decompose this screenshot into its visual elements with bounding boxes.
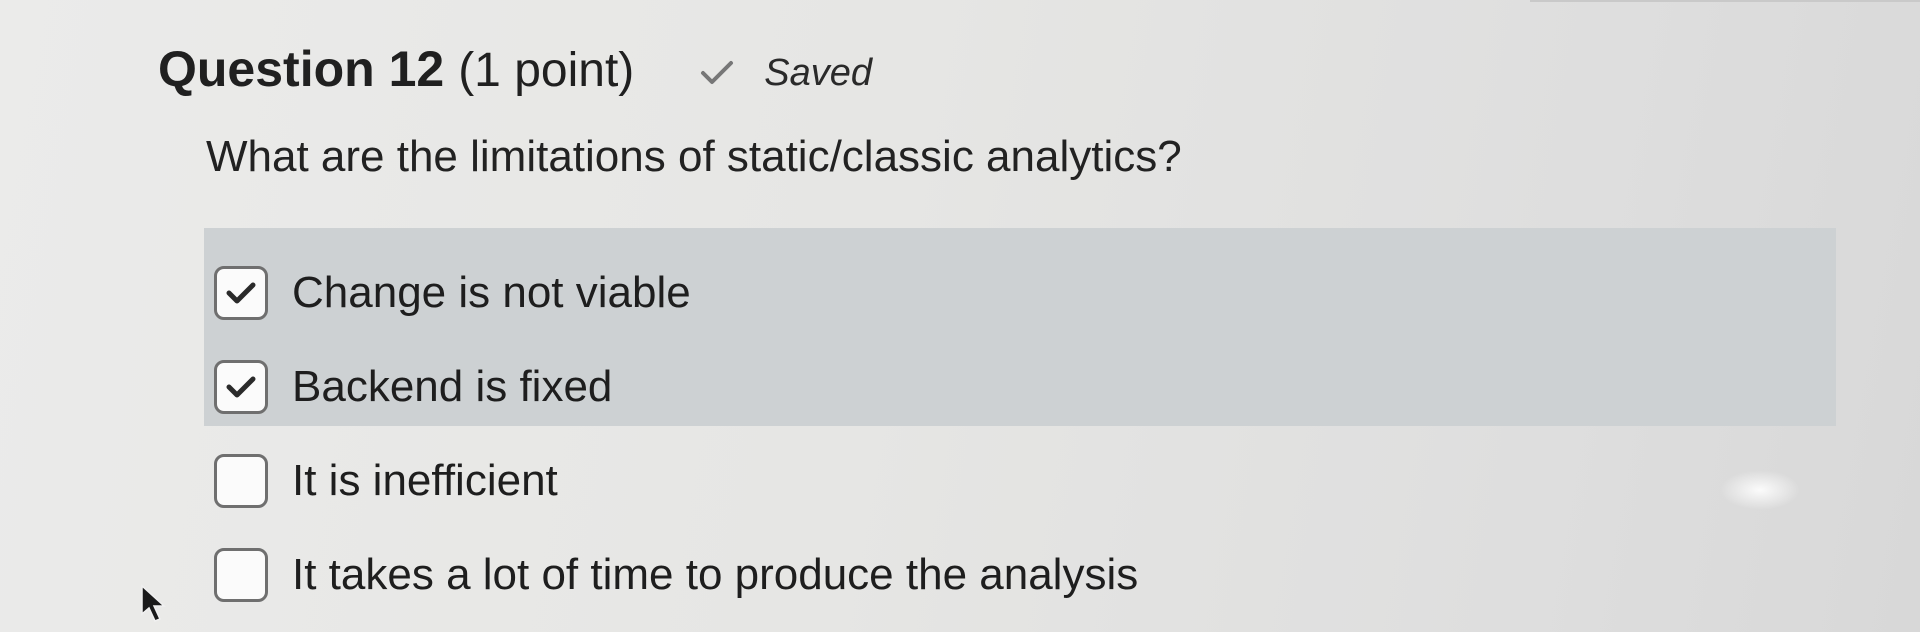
screen-glare: [1720, 470, 1800, 510]
option-takes-time[interactable]: It takes a lot of time to produce the an…: [214, 528, 1814, 622]
question-header: Question 12 (1 point) Saved: [158, 40, 872, 98]
option-label[interactable]: It is inefficient: [292, 456, 558, 506]
mouse-cursor-icon: [141, 584, 166, 622]
check-icon: [701, 61, 734, 84]
checkbox-unchecked[interactable]: [214, 548, 268, 602]
option-label[interactable]: Backend is fixed: [292, 362, 612, 412]
answer-options: Change is not viable Backend is fixed It…: [214, 246, 1814, 622]
option-change-not-viable[interactable]: Change is not viable: [214, 246, 1814, 340]
saved-status: Saved: [700, 52, 872, 95]
saved-label: Saved: [764, 51, 873, 94]
checkbox-checked[interactable]: [214, 266, 268, 320]
top-divider: [1530, 0, 1920, 2]
option-inefficient[interactable]: It is inefficient: [214, 434, 1814, 528]
option-label[interactable]: It takes a lot of time to produce the an…: [292, 550, 1138, 600]
question-prompt: What are the limitations of static/class…: [206, 132, 1182, 181]
checkmark-icon: [226, 282, 256, 304]
checkmark-icon: [226, 376, 256, 398]
option-label[interactable]: Change is not viable: [292, 268, 691, 318]
checkbox-unchecked[interactable]: [214, 454, 268, 508]
question-points: (1 point): [458, 44, 635, 97]
option-backend-fixed[interactable]: Backend is fixed: [214, 340, 1814, 434]
quiz-page: Question 12 (1 point) Saved What are the…: [0, 0, 1920, 632]
checkbox-checked[interactable]: [214, 360, 268, 414]
question-title: Question 12: [158, 41, 445, 97]
